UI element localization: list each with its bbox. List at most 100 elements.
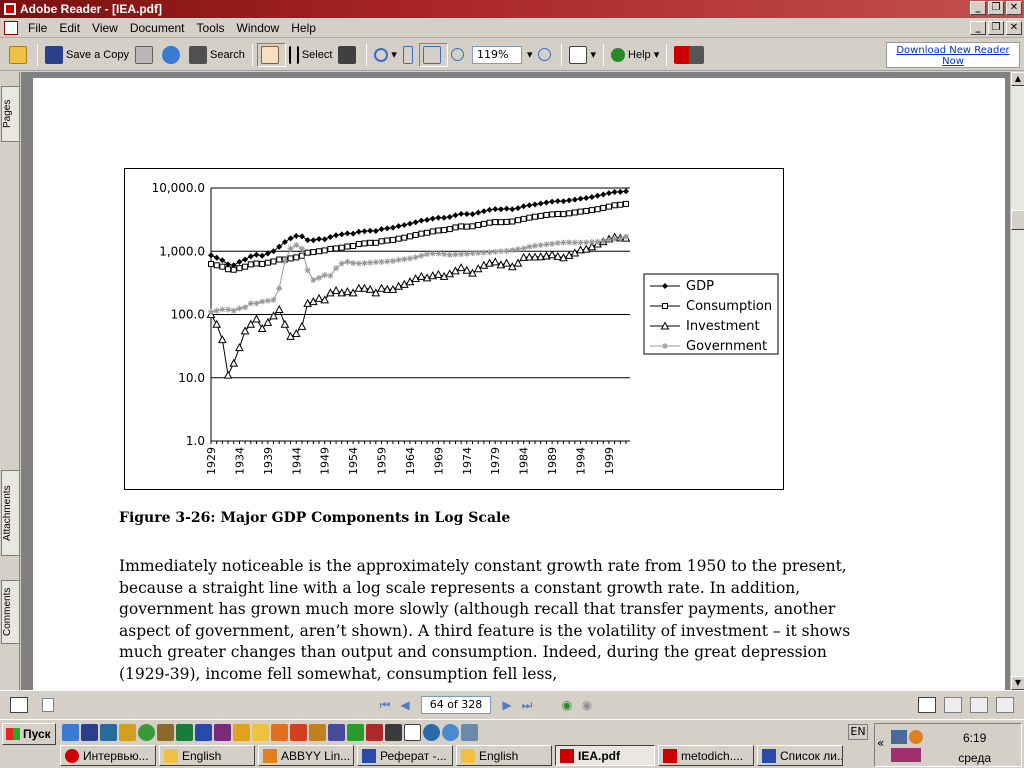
- menu-edit[interactable]: Edit: [53, 21, 86, 35]
- tab-comments[interactable]: Comments: [1, 580, 19, 644]
- facing-icon[interactable]: [970, 696, 988, 713]
- menu-view[interactable]: View: [86, 21, 124, 35]
- icq-icon[interactable]: [138, 724, 155, 741]
- minimize-button[interactable]: _: [970, 1, 986, 15]
- data-point: [441, 227, 448, 234]
- cube-icon[interactable]: [233, 724, 250, 741]
- first-page-button[interactable]: ⏮: [375, 696, 395, 714]
- window-icon[interactable]: [404, 724, 421, 741]
- scroll-up-arrow[interactable]: ▲: [1011, 72, 1024, 86]
- task-abbyy[interactable]: ABBYY Lin...: [258, 745, 354, 766]
- menu-document[interactable]: Document: [124, 21, 191, 35]
- menu-file[interactable]: File: [22, 21, 53, 35]
- single-page-icon[interactable]: [918, 696, 936, 713]
- network-icon[interactable]: [891, 730, 907, 744]
- task-english-2[interactable]: English: [456, 745, 552, 766]
- dots-icon[interactable]: [461, 724, 478, 741]
- globe-icon[interactable]: [442, 724, 459, 741]
- zoom-dropdown[interactable]: ▾: [524, 43, 536, 67]
- help-button[interactable]: Help ▾: [608, 43, 662, 67]
- task-iea-pdf[interactable]: IEA.pdf: [555, 745, 655, 766]
- page-layout-icon[interactable]: [10, 696, 28, 713]
- continuous-icon[interactable]: [944, 696, 962, 713]
- task-label: English: [479, 748, 519, 763]
- tool-icon[interactable]: [309, 724, 326, 741]
- email-button[interactable]: [159, 43, 186, 67]
- scroll-thumb[interactable]: [1011, 210, 1024, 230]
- zoom-in-button[interactable]: [535, 43, 557, 67]
- document-icon[interactable]: [4, 20, 18, 35]
- data-point: [218, 335, 227, 344]
- word-icon[interactable]: [195, 724, 212, 741]
- yahoo-button[interactable]: [671, 43, 710, 67]
- doc-restore-button[interactable]: ❐: [988, 21, 1004, 35]
- folder-icon[interactable]: [252, 724, 269, 741]
- scroll-down-arrow[interactable]: ▼: [1011, 676, 1024, 690]
- tray-app-icon[interactable]: [909, 730, 923, 744]
- close-button[interactable]: ✕: [1006, 1, 1022, 15]
- tray-tools-icon[interactable]: [891, 748, 921, 762]
- doc-close-button[interactable]: ✕: [1006, 21, 1022, 35]
- go-back-button[interactable]: ◉: [557, 696, 577, 714]
- app-icon[interactable]: [271, 724, 288, 741]
- document-view[interactable]: 10,000.0 1,000.0 100.0 10.0 1.0 1929 1934 1939 1…: [21, 72, 1010, 690]
- data-point: [333, 245, 340, 252]
- data-point: [361, 260, 368, 267]
- hand-tool-button[interactable]: [256, 42, 286, 67]
- menu-window[interactable]: Window: [231, 21, 286, 35]
- tab-attachments[interactable]: Attachments: [1, 470, 19, 556]
- next-page-button[interactable]: ▶: [497, 696, 517, 714]
- menu-help[interactable]: Help: [285, 21, 322, 35]
- zoom-level-input[interactable]: 119%: [471, 45, 522, 64]
- edit-icon[interactable]: [328, 724, 345, 741]
- clover-icon[interactable]: [347, 724, 364, 741]
- actual-size-button[interactable]: [400, 43, 419, 67]
- open-button[interactable]: [6, 43, 33, 67]
- save-icon[interactable]: [81, 724, 98, 741]
- data-point: [338, 260, 345, 267]
- data-point: [566, 239, 573, 246]
- save-copy-button[interactable]: Save a Copy: [42, 43, 132, 67]
- rotate-button[interactable]: ▾: [566, 43, 599, 67]
- pencil-icon[interactable]: [119, 724, 136, 741]
- calc-icon[interactable]: [290, 724, 307, 741]
- excel-icon[interactable]: [176, 724, 193, 741]
- fit-width-button[interactable]: [418, 42, 448, 67]
- snapshot-button[interactable]: [335, 43, 362, 67]
- rar-icon[interactable]: [214, 724, 231, 741]
- task-interview[interactable]: Интервью...: [60, 745, 156, 766]
- data-point: [435, 227, 442, 234]
- search-button[interactable]: Search: [186, 43, 248, 67]
- task-referat[interactable]: Реферат -...: [357, 745, 453, 766]
- zoom-in-tool-button[interactable]: ▾: [371, 43, 400, 67]
- ie-icon[interactable]: [62, 724, 79, 741]
- task-english-1[interactable]: English: [159, 745, 255, 766]
- tray-expand-icon[interactable]: «: [877, 736, 884, 750]
- vertical-scrollbar[interactable]: ▲ ▼: [1010, 72, 1024, 690]
- task-spisok[interactable]: Список ли...: [757, 745, 843, 766]
- go-forward-button[interactable]: ◉: [577, 696, 597, 714]
- language-indicator[interactable]: EN: [848, 724, 868, 740]
- task-metodich[interactable]: metodich....: [658, 745, 754, 766]
- last-page-button[interactable]: ⏭: [517, 696, 537, 714]
- doc-minimize-button[interactable]: _: [970, 21, 986, 35]
- media-icon[interactable]: [423, 724, 440, 741]
- tab-pages[interactable]: Pages: [1, 86, 19, 142]
- previous-page-button[interactable]: ◀: [395, 696, 415, 714]
- print-button[interactable]: [132, 43, 159, 67]
- restore-button[interactable]: ❐: [988, 1, 1004, 15]
- start-button[interactable]: Пуск: [2, 723, 56, 745]
- pen-icon[interactable]: [157, 724, 174, 741]
- data-point: [600, 238, 607, 245]
- monitor-icon[interactable]: [385, 724, 402, 741]
- book-icon[interactable]: [100, 724, 117, 741]
- data-point: [333, 232, 340, 239]
- page-number-field[interactable]: 64 of 328: [421, 695, 491, 714]
- game-icon[interactable]: [366, 724, 383, 741]
- continuous-facing-icon[interactable]: [996, 696, 1014, 713]
- zoom-out-button[interactable]: [448, 43, 470, 67]
- select-tool-button[interactable]: Select: [286, 43, 336, 67]
- menu-tools[interactable]: Tools: [191, 21, 231, 35]
- download-reader-link[interactable]: Download New Reader Now: [886, 42, 1020, 68]
- clock[interactable]: 6:19 среда: [958, 728, 991, 768]
